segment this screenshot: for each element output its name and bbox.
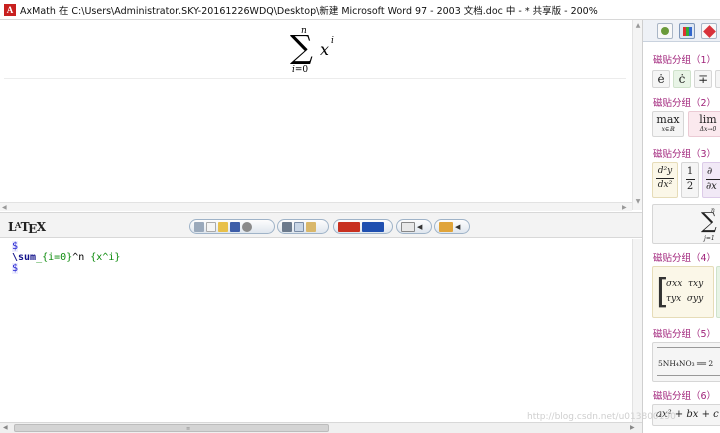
formula-preview[interactable]: n ∑ x i i=0 <box>0 20 632 210</box>
tile-stress-matrix[interactable]: [ σxx τxy τyx σyy <box>652 266 714 318</box>
tab-eraser-icon[interactable] <box>701 23 717 39</box>
code-line-3[interactable]: $ <box>12 263 19 275</box>
tile-fraction[interactable]: 1 2 <box>681 162 699 198</box>
save-icon[interactable] <box>230 221 240 232</box>
insert-icon[interactable] <box>439 221 453 232</box>
panel-tab-bar <box>643 20 720 42</box>
tile-e-dot[interactable]: ė <box>652 70 670 88</box>
tile-group-2-title[interactable]: 磁贴分组（2） <box>653 95 716 109</box>
scroll-right-arrow-icon[interactable]: ▶ <box>622 203 627 212</box>
scroll-grip-icon: ≡ <box>186 426 191 432</box>
tile-group-3-title[interactable]: 磁贴分组（3） <box>653 146 716 160</box>
tab-favorites-icon[interactable] <box>657 23 673 39</box>
tile-c-dot[interactable]: ċ <box>673 70 691 88</box>
window-title: AxMath 在 C:\Users\Administrator.SKY-2016… <box>20 5 598 17</box>
tile-second-derivative[interactable]: d²y dx² <box>652 162 678 198</box>
sum-symbol: ∑ <box>290 28 313 66</box>
dropdown-arrow-icon[interactable]: ◀ <box>417 223 422 231</box>
preview-baseline-divider <box>4 78 626 79</box>
code-line-2[interactable]: \sum_{i=0}^n {x^i} <box>12 252 120 264</box>
menu-icon[interactable] <box>194 221 204 232</box>
clipboard-button-group <box>277 219 329 234</box>
rendered-formula[interactable]: n ∑ x i i=0 <box>290 26 350 78</box>
insert-menu-group: ◀ <box>434 219 470 234</box>
open-folder-icon[interactable] <box>218 221 228 232</box>
editor-vertical-scrollbar[interactable] <box>632 239 642 422</box>
tile-group-5-title[interactable]: 磁贴分组（5） <box>653 326 716 340</box>
tile-matrix-2[interactable] <box>716 266 720 318</box>
scroll-down-arrow-icon[interactable]: ▼ <box>634 198 642 206</box>
tile-partial[interactable] <box>715 70 720 88</box>
preview-horizontal-scrollbar[interactable]: ◀ ▶ <box>0 202 632 211</box>
tile-partial-derivative[interactable]: ∂ ∂x <box>702 162 720 198</box>
scroll-left-arrow-icon[interactable]: ◀ <box>3 424 8 431</box>
tile-panel: 磁贴分组（1） ė ċ ∓ 磁贴分组（2） max x∈ℝ lim Δx→0 磁… <box>642 20 720 433</box>
latex-toolbar: LATEX ◀ ◀ <box>0 212 642 238</box>
latex-logo: LATEX <box>8 220 46 236</box>
tile-minus-plus[interactable]: ∓ <box>694 70 712 88</box>
new-file-icon[interactable] <box>206 221 216 232</box>
scroll-right-arrow-icon[interactable]: ▶ <box>630 424 635 431</box>
scroll-left-arrow-icon[interactable]: ◀ <box>2 203 7 212</box>
tile-group-6-title[interactable]: 磁贴分组（6） <box>653 388 716 402</box>
convert-button-group <box>333 219 393 234</box>
tile-lim[interactable]: lim Δx→0 <box>688 111 720 137</box>
paste-icon[interactable] <box>306 221 316 232</box>
tile-group-1-title[interactable]: 磁贴分组（1） <box>653 52 716 66</box>
latex-code-editor[interactable]: $ \sum_{i=0}^n {x^i} $ <box>0 239 632 422</box>
folder-menu-group: ◀ <box>396 219 432 234</box>
sum-lower-limit: i=0 <box>292 65 309 75</box>
export-to-formula-icon[interactable] <box>338 221 360 232</box>
title-bar: A AxMath 在 C:\Users\Administrator.SKY-20… <box>0 0 720 20</box>
copy-icon[interactable] <box>294 221 304 232</box>
import-from-formula-icon[interactable] <box>362 221 384 232</box>
axmath-logo-icon: A <box>4 3 16 16</box>
axmath-window: A AxMath 在 C:\Users\Administrator.SKY-20… <box>0 0 720 433</box>
folder-icon[interactable] <box>401 221 415 232</box>
editor-horizontal-scrollbar[interactable]: ◀ ≡ ▶ <box>0 422 642 433</box>
term-base: x <box>320 40 330 59</box>
scroll-thumb[interactable]: ≡ <box>14 424 329 432</box>
tile-summation[interactable]: n ∑ j=1 <box>652 204 720 244</box>
tab-tiles-icon[interactable] <box>679 23 695 39</box>
preview-vertical-scrollbar[interactable]: ▲ ▼ <box>632 20 642 210</box>
tile-max[interactable]: max x∈ℝ <box>652 111 684 137</box>
term-exponent: i <box>331 36 334 46</box>
settings-gear-icon[interactable] <box>242 221 252 232</box>
dropdown-arrow-icon[interactable]: ◀ <box>455 223 460 231</box>
cut-icon[interactable] <box>282 221 292 232</box>
watermark: http://blog.csdn.net/u013800190 <box>527 412 676 422</box>
scroll-up-arrow-icon[interactable]: ▲ <box>634 22 642 30</box>
tile-group-4-title[interactable]: 磁贴分组（4） <box>653 250 716 264</box>
file-button-group <box>189 219 275 234</box>
tile-chemical-equation[interactable]: 5NH₄NO₃ ══ 2 <box>652 342 720 382</box>
